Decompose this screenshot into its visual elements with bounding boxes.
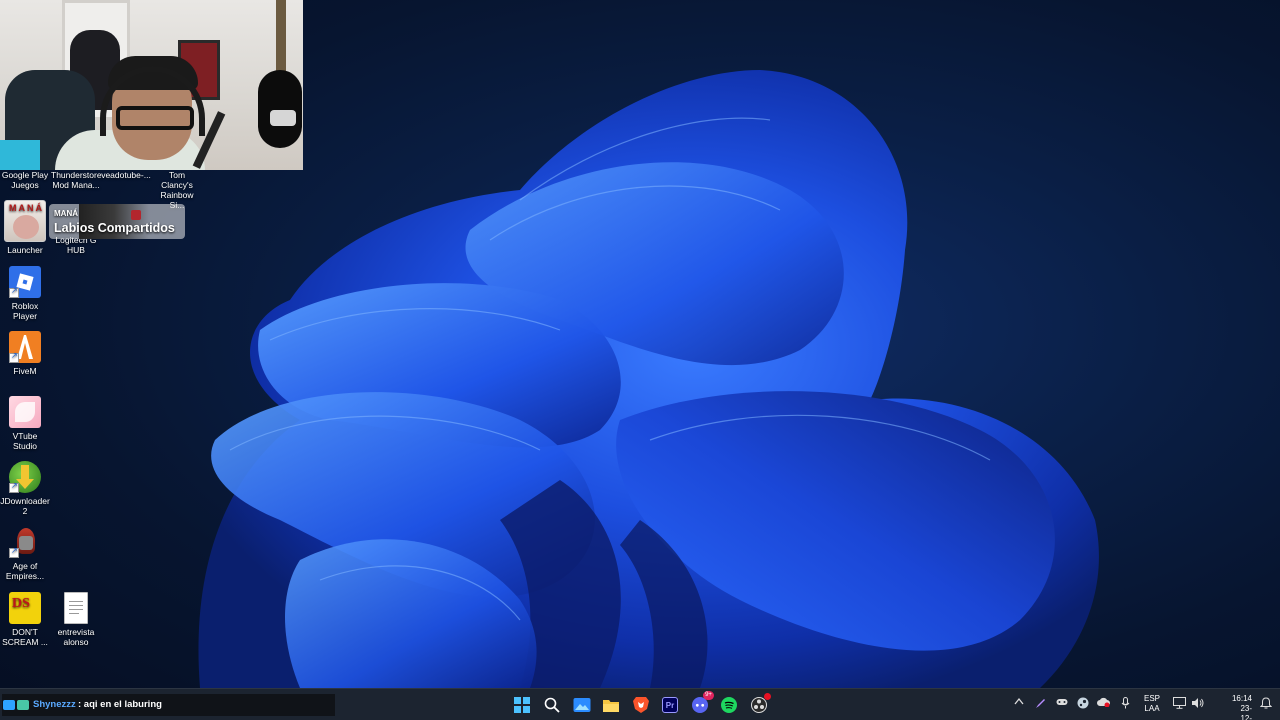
premiere-pro-button[interactable]: Pr — [658, 693, 682, 717]
tray-pen-button[interactable] — [1035, 697, 1047, 712]
tray-cloud-button[interactable] — [1097, 697, 1110, 710]
desktop-icon-label: Thunderstore Mod Mana... — [51, 170, 102, 190]
chat-username: Shynezzz — [33, 699, 76, 710]
chat-overlay: Shynezzz : aqi en el laburing — [2, 694, 335, 716]
file-explorer-button[interactable] — [599, 693, 623, 717]
desktop-icon-google-play-games[interactable]: Google Play Juegos — [0, 170, 50, 190]
chat-message: : aqi en el laburing — [78, 699, 162, 710]
obs-button[interactable] — [747, 693, 771, 717]
webcam-guitar-neck — [276, 0, 286, 80]
now-playing-artist: MANÁ — [54, 209, 78, 218]
vtube-studio-icon — [9, 396, 41, 428]
folder-icon — [603, 700, 619, 712]
desktop-icon-label: Google Play Juegos — [1, 170, 49, 190]
webcam-overlay — [0, 0, 303, 170]
shortcut-arrow-icon — [9, 351, 19, 363]
now-playing-title: Labios Compartidos — [54, 221, 175, 235]
brave-icon — [633, 697, 649, 713]
pen-icon — [1036, 699, 1045, 708]
fivem-icon — [9, 331, 41, 363]
speaker-icon — [1192, 698, 1204, 708]
shortcut-arrow-icon — [9, 546, 19, 558]
desktop-icon-age-of-empires[interactable]: Age of Empires... — [0, 526, 50, 581]
notification-bell-icon — [1259, 697, 1273, 709]
desktop-icon-veadotube[interactable]: veadotube-... — [101, 170, 151, 180]
mana-album-icon: MANÁ — [4, 200, 46, 242]
shortcut-arrow-icon — [9, 286, 19, 298]
photos-button[interactable] — [570, 693, 594, 717]
spotify-button[interactable] — [717, 693, 741, 717]
gamepad-icon — [1056, 699, 1068, 705]
microphone-icon — [1121, 697, 1130, 709]
tray-controller-button[interactable] — [1056, 697, 1068, 710]
desktop-icon-label: Roblox Player — [11, 301, 39, 321]
premiere-pro-icon: Pr — [662, 697, 678, 713]
webcam-guitar-pickguard — [270, 110, 296, 126]
desktop-icon-label: Age of Empires... — [5, 561, 45, 581]
notifications-button[interactable] — [1259, 697, 1273, 712]
roblox-icon — [9, 266, 41, 298]
desktop-icon-label: entrevista alonso — [57, 627, 95, 647]
desktop-icon-jdownloader[interactable]: JDownloader 2 — [0, 461, 50, 516]
desktop-icon-label: FiveM — [13, 366, 37, 376]
webcam-guitar — [258, 70, 302, 148]
desktop-icon-launcher[interactable]: MANÁ Launcher — [0, 200, 50, 255]
webcam-chair-accent — [0, 140, 40, 170]
brave-button[interactable] — [629, 693, 653, 717]
language-indicator[interactable]: ESP LAA — [1144, 694, 1160, 714]
desktop-icon-label: VTube Studio — [12, 431, 38, 451]
desktop-icon-label: DON'T SCREAM ... — [2, 627, 48, 647]
desktop-icon-label: JDownloader 2 — [0, 496, 50, 516]
now-playing-toast[interactable]: MANÁ Labios Compartidos — [49, 204, 185, 239]
text-document-icon — [64, 592, 88, 624]
chat-badge-icon — [17, 700, 29, 710]
start-button[interactable] — [510, 693, 534, 717]
desktop-icon-entrevista-alonso[interactable]: entrevista alonso — [51, 592, 101, 647]
tray-steam-button[interactable] — [1077, 697, 1089, 712]
record-icon — [131, 210, 141, 220]
spotify-icon — [721, 697, 737, 713]
chat-badges — [2, 700, 30, 710]
windows-logo-icon — [514, 697, 530, 713]
clock-date: 23-12-2025 — [1240, 704, 1252, 720]
desktop-icon-vtube-studio[interactable]: VTube Studio — [0, 396, 50, 451]
clock[interactable]: 16:14 23-12-2025 — [1232, 694, 1252, 720]
discord-button[interactable]: 9+ — [688, 691, 714, 717]
photos-icon — [573, 698, 591, 712]
webcam-glasses — [116, 106, 194, 130]
shortcut-arrow-icon — [9, 481, 19, 493]
chevron-up-icon — [1014, 697, 1024, 705]
age-of-empires-icon — [9, 526, 41, 558]
language-line2: LAA — [1144, 704, 1160, 713]
tray-mic-button[interactable] — [1121, 697, 1130, 712]
volume-button[interactable] — [1191, 697, 1205, 712]
taskbar: Shynezzz : aqi en el laburing Pr 9+ ESP … — [0, 688, 1280, 720]
chat-badge-icon — [3, 700, 15, 710]
dont-scream-icon: DS — [9, 592, 41, 624]
search-button[interactable] — [540, 693, 564, 717]
discord-badge: 9+ — [703, 691, 714, 700]
language-line1: ESP — [1143, 694, 1160, 703]
desktop-icon-fivem[interactable]: FiveM — [0, 331, 50, 376]
desktop-icon-thunderstore[interactable]: Thunderstore Mod Mana... — [51, 170, 102, 190]
show-hidden-icons-button[interactable] — [1014, 697, 1024, 708]
monitor-network-icon — [1173, 697, 1186, 709]
search-icon — [544, 697, 560, 713]
jdownloader-icon — [9, 461, 41, 493]
desktop-icon-label: Launcher — [7, 245, 43, 255]
network-button[interactable] — [1173, 697, 1186, 712]
steam-icon — [1077, 697, 1089, 709]
desktop-icon-label: veadotube-... — [101, 170, 151, 180]
cloud-icon — [1097, 697, 1110, 708]
desktop-icon-roblox-player[interactable]: Roblox Player — [0, 266, 50, 321]
desktop-icon-dont-scream[interactable]: DS DON'T SCREAM ... — [0, 592, 50, 647]
obs-recording-dot — [764, 693, 771, 700]
clock-time: 16:14 — [1231, 694, 1252, 703]
